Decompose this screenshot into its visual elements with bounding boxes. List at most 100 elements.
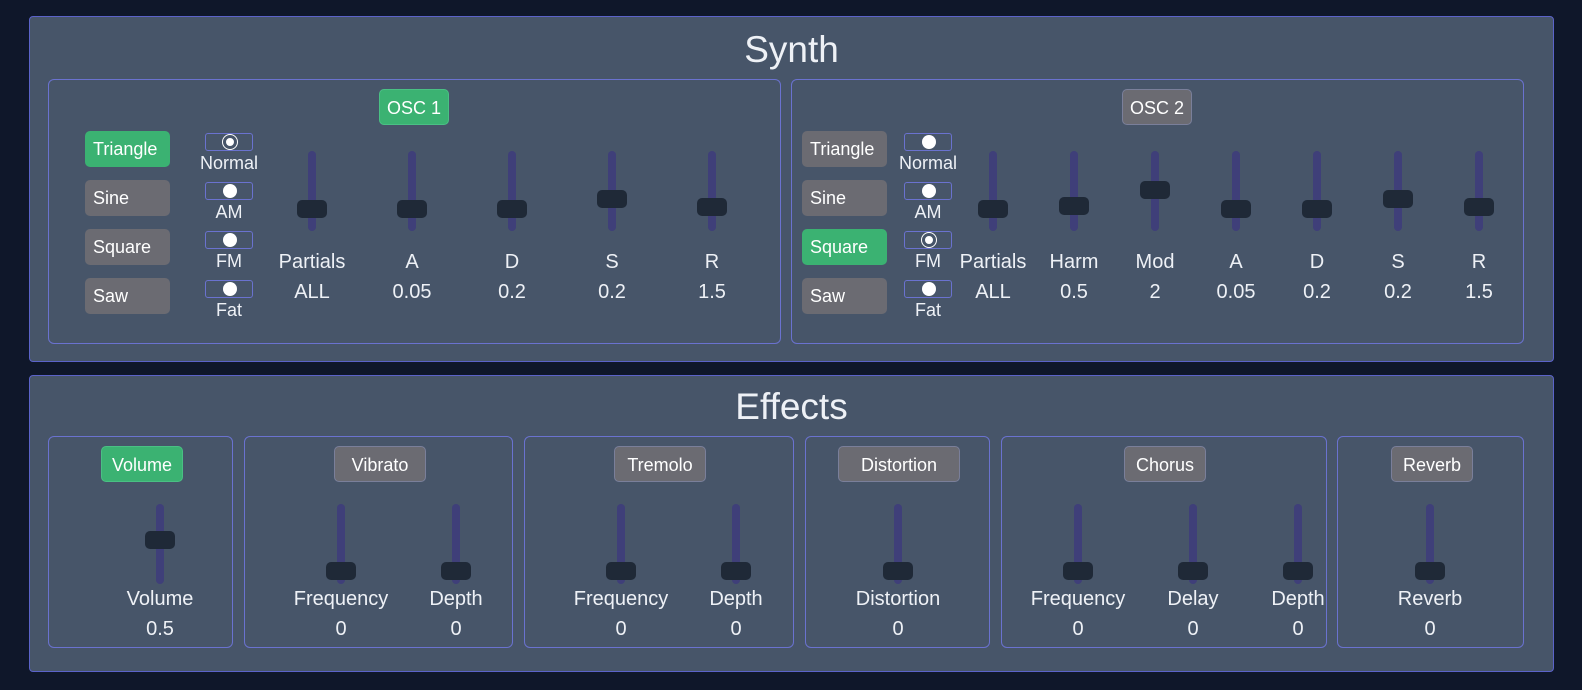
osc2-wave-triangle-button[interactable]: Triangle — [802, 131, 887, 167]
osc2-mode-radio-dot — [922, 135, 936, 149]
osc1-mode-radio[interactable] — [205, 133, 253, 151]
osc1-param-value: 0.05 — [392, 281, 432, 303]
reverb-toggle-button[interactable]: Reverb — [1391, 446, 1473, 482]
osc1-slider-track[interactable] — [408, 151, 416, 231]
osc2-slider-thumb[interactable] — [1464, 198, 1494, 216]
osc2-slider-thumb[interactable] — [1059, 197, 1089, 215]
osc2-mode-normal[interactable]: Normal — [896, 133, 960, 174]
vibrato-slider-thumb[interactable] — [326, 562, 356, 580]
osc1-mode-fm[interactable]: FM — [197, 231, 261, 272]
chorus-slider-thumb[interactable] — [1178, 562, 1208, 580]
distortion-slider-thumb[interactable] — [883, 562, 913, 580]
effect-panel-reverb: Reverb Reverb 0 — [1337, 436, 1524, 648]
effect-panel-tremolo: Tremolo Frequency 0 Depth 0 — [524, 436, 794, 648]
osc1-toggle-button[interactable]: OSC 1 — [379, 89, 449, 125]
osc2-slider-track[interactable] — [1232, 151, 1240, 231]
osc2-slider-thumb[interactable] — [1383, 190, 1413, 208]
osc1-mode-radio[interactable] — [205, 280, 253, 298]
osc2-slider-thumb[interactable] — [1302, 200, 1332, 218]
osc2-mode-radio[interactable] — [904, 133, 952, 151]
vibrato-param-value: 0 — [450, 618, 462, 640]
osc2-mode-radio-dot — [921, 232, 937, 248]
tremolo-param-value: 0 — [730, 618, 742, 640]
osc1-param-value: 0.2 — [498, 281, 526, 303]
tremolo-toggle-button[interactable]: Tremolo — [614, 446, 706, 482]
osc1-slider-track[interactable] — [308, 151, 316, 231]
reverb-slider-thumb[interactable] — [1415, 562, 1445, 580]
osc2-wave-saw-button[interactable]: Saw — [802, 278, 887, 314]
effects-section: Effects Volume Volume 0.5 Vibrato Frequency 0… — [29, 375, 1554, 672]
tremolo-param-label: Frequency — [573, 588, 669, 610]
osc1-mode-radio[interactable] — [205, 231, 253, 249]
chorus-param-label: Delay — [1167, 588, 1219, 610]
osc2-wave-square-button[interactable]: Square — [802, 229, 887, 265]
osc1-mode-am[interactable]: AM — [197, 182, 261, 223]
osc1-mode-radio-dot — [222, 134, 238, 150]
osc2-mode-am[interactable]: AM — [896, 182, 960, 223]
effects-title: Effects — [735, 386, 848, 427]
osc1-slider-track[interactable] — [508, 151, 516, 231]
volume-param-label: Volume — [126, 588, 194, 610]
osc2-slider-track[interactable] — [1070, 151, 1078, 231]
vibrato-param-value: 0 — [335, 618, 347, 640]
osc2-slider-thumb[interactable] — [978, 200, 1008, 218]
osc2-slider-track[interactable] — [989, 151, 997, 231]
osc2-slider-thumb[interactable] — [1221, 200, 1251, 218]
osc1-mode-label: FM — [216, 251, 242, 271]
osc2-slider-track[interactable] — [1475, 151, 1483, 231]
osc1-param-value: ALL — [294, 281, 330, 303]
chorus-param-label: Depth — [1271, 588, 1325, 610]
vibrato-toggle-button[interactable]: Vibrato — [334, 446, 426, 482]
chorus-toggle-button[interactable]: Chorus — [1124, 446, 1206, 482]
osc2-param-label: R — [1471, 251, 1487, 273]
vibrato-param-label: Depth — [429, 588, 483, 610]
osc1-slider-thumb[interactable] — [397, 200, 427, 218]
distortion-toggle-button[interactable]: Distortion — [838, 446, 960, 482]
osc2-toggle-button[interactable]: OSC 2 — [1122, 89, 1192, 125]
osc1-slider-thumb[interactable] — [597, 190, 627, 208]
volume-param-value: 0.5 — [146, 618, 174, 640]
osc1-wave-square-button[interactable]: Square — [85, 229, 170, 265]
osc1-mode-label: AM — [215, 202, 243, 222]
effect-panel-vibrato: Vibrato Frequency 0 Depth 0 — [244, 436, 513, 648]
osc2-slider-track[interactable] — [1313, 151, 1321, 231]
osc1-slider-thumb[interactable] — [297, 200, 327, 218]
osc1-slider-thumb[interactable] — [497, 200, 527, 218]
osc1-slider-thumb[interactable] — [697, 198, 727, 216]
osc2-mode-radio[interactable] — [904, 182, 952, 200]
osc1-mode-radio[interactable] — [205, 182, 253, 200]
osc1-mode-radio-dot — [223, 282, 237, 296]
volume-toggle-button[interactable]: Volume — [101, 446, 183, 482]
osc1-mode-normal[interactable]: Normal — [197, 133, 261, 174]
chorus-param-value: 0 — [1072, 618, 1084, 640]
osc1-mode-fat[interactable]: Fat — [197, 280, 261, 321]
osc2-slider-thumb[interactable] — [1140, 181, 1170, 199]
osc1-param-label: Partials — [278, 251, 346, 273]
tremolo-slider-thumb[interactable] — [606, 562, 636, 580]
chorus-slider-thumb[interactable] — [1063, 562, 1093, 580]
vibrato-slider-thumb[interactable] — [441, 562, 471, 580]
osc1-wave-sine-button[interactable]: Sine — [85, 180, 170, 216]
osc2-wave-sine-button[interactable]: Sine — [802, 180, 887, 216]
distortion-param-label: Distortion — [855, 588, 941, 610]
synth-section: Synth OSC 1 Triangle Sine Square Saw Normal AM… — [29, 16, 1554, 362]
volume-slider-thumb[interactable] — [145, 531, 175, 549]
osc2-mode-radio[interactable] — [904, 231, 952, 249]
osc1-param-value: 1.5 — [698, 281, 726, 303]
osc1-mode-radio-dot — [223, 184, 237, 198]
effect-panel-volume: Volume Volume 0.5 — [48, 436, 233, 648]
osc2-mode-radio-dot — [922, 282, 936, 296]
chorus-slider-thumb[interactable] — [1283, 562, 1313, 580]
osc1-param-value: 0.2 — [598, 281, 626, 303]
osc1-wave-saw-button[interactable]: Saw — [85, 278, 170, 314]
osc1-mode-radio-dot — [223, 233, 237, 247]
osc1-wave-triangle-button[interactable]: Triangle — [85, 131, 170, 167]
chorus-param-value: 0 — [1187, 618, 1199, 640]
tremolo-param-value: 0 — [615, 618, 627, 640]
tremolo-slider-thumb[interactable] — [721, 562, 751, 580]
osc2-mode-label: Normal — [898, 153, 957, 173]
osc1-slider-track[interactable] — [708, 151, 716, 231]
osc1-mode-label: Fat — [215, 300, 242, 320]
tremolo-param-label: Depth — [709, 588, 763, 610]
synth-title: Synth — [744, 29, 839, 70]
